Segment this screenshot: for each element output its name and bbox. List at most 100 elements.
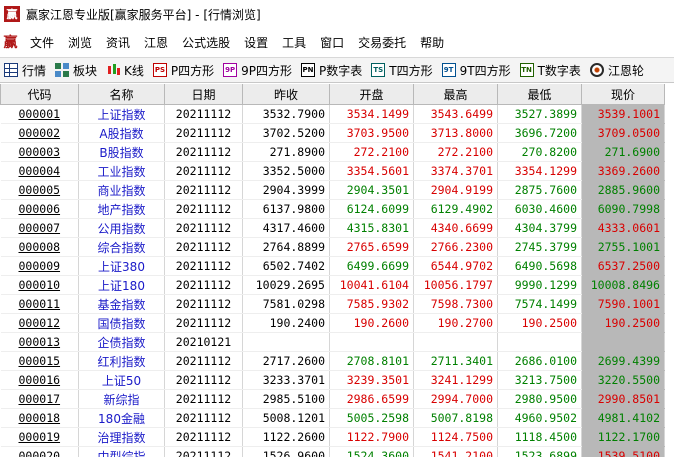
table-row[interactable]: 000004 工业指数 20211112 3352.5000 3354.5601 3374…: [0, 161, 665, 181]
cell-code[interactable]: 000004: [0, 161, 79, 181]
cell-date: 20211112: [164, 104, 243, 124]
toolbar-9t-square-button[interactable]: 9T 9T四方形: [441, 62, 511, 79]
cell-code[interactable]: 000020: [0, 446, 79, 457]
toolbar-p-number-table-button[interactable]: PN P数字表: [301, 62, 362, 79]
menu-window[interactable]: 窗口: [313, 34, 351, 51]
table-row[interactable]: 000003 B股指数 20211112 271.8900 272.2100 272.21…: [0, 142, 665, 162]
quote-table: 代码 名称 日期 昨收 开盘 最高 最低 现价 000001 上证指数 202111…: [0, 84, 665, 457]
menu-settings[interactable]: 设置: [237, 34, 275, 51]
menu-file[interactable]: 文件: [23, 34, 61, 51]
cell-prev-close: [242, 332, 330, 352]
cell-code[interactable]: 000019: [0, 427, 79, 447]
toolbar-sectors-button[interactable]: 板块: [55, 62, 97, 79]
menu-bar: 赢 文件 浏览 资讯 江恩 公式选股 设置 工具 窗口 交易委托 帮助: [0, 29, 674, 55]
toolbar-t-square-label: T四方形: [389, 63, 433, 78]
toolbar-p-square-button[interactable]: PS P四方形: [152, 62, 214, 79]
table-row[interactable]: 000008 综合指数 20211112 2764.8899 2765.6599 2766…: [0, 237, 665, 257]
column-header-name[interactable]: 名称: [78, 84, 165, 105]
toolbar-gann-wheel-button[interactable]: 江恩轮: [589, 62, 644, 79]
cell-code[interactable]: 000016: [0, 370, 79, 390]
cell-code[interactable]: 000007: [0, 218, 79, 238]
table-row[interactable]: 000011 基金指数 20211112 7581.0298 7585.9302 7598…: [0, 294, 665, 314]
cell-open: 4315.8301: [329, 218, 414, 238]
table-row[interactable]: 000017 新综指 20211112 2985.5100 2986.6599 2994.…: [0, 389, 665, 409]
cell-last: 3220.5500: [581, 370, 665, 390]
cell-code[interactable]: 000006: [0, 199, 79, 219]
cell-code[interactable]: 000011: [0, 294, 79, 314]
cell-code[interactable]: 000017: [0, 389, 79, 409]
cell-prev-close: 4317.4600: [242, 218, 330, 238]
cell-code[interactable]: 000018: [0, 408, 79, 428]
table-row[interactable]: 000001 上证指数 20211112 3532.7900 3534.1499 3543…: [0, 104, 665, 124]
cell-high: 6544.9702: [413, 256, 498, 276]
cell-last: 7590.1001: [581, 294, 665, 314]
column-header-prev-close[interactable]: 昨收: [242, 84, 330, 105]
column-header-code[interactable]: 代码: [0, 84, 79, 105]
toolbar-quotes-button[interactable]: 行情: [4, 62, 46, 79]
toolbar-kline-button[interactable]: K线: [106, 62, 144, 79]
column-header-open[interactable]: 开盘: [329, 84, 414, 105]
table-row[interactable]: 000006 地产指数 20211112 6137.9800 6124.6099 6129…: [0, 199, 665, 219]
table-row[interactable]: 000005 商业指数 20211112 2904.3999 2904.3501 2904…: [0, 180, 665, 200]
cell-high: [413, 332, 498, 352]
menu-formula-screener[interactable]: 公式选股: [175, 34, 237, 51]
menu-gann[interactable]: 江恩: [137, 34, 175, 51]
toolbar-9p-square-button[interactable]: 9P 9P四方形: [223, 62, 292, 79]
toolbar-t-number-table-button[interactable]: TN T数字表: [519, 62, 581, 79]
cell-code[interactable]: 000012: [0, 313, 79, 333]
cell-code[interactable]: 000005: [0, 180, 79, 200]
cell-open: 2904.3501: [329, 180, 414, 200]
toolbar-gann-wheel-label: 江恩轮: [607, 63, 644, 78]
cell-open: 3703.9500: [329, 123, 414, 143]
menu-tools[interactable]: 工具: [275, 34, 313, 51]
cell-code[interactable]: 000003: [0, 142, 79, 162]
cell-last: 1122.1700: [581, 427, 665, 447]
cell-name: 地产指数: [78, 199, 165, 219]
table-row[interactable]: 000002 A股指数 20211112 3702.5200 3703.9500 3713…: [0, 123, 665, 143]
cell-prev-close: 3702.5200: [242, 123, 330, 143]
cell-code[interactable]: 000009: [0, 256, 79, 276]
table-row[interactable]: 000015 红利指数 20211112 2717.2600 2708.8101 2711…: [0, 351, 665, 371]
cell-name: 180金融: [78, 408, 165, 428]
window-title: 赢家江恩专业版[赢家服务平台] - [行情浏览]: [26, 7, 261, 22]
cell-high: 1541.2100: [413, 446, 498, 457]
cell-code[interactable]: 000015: [0, 351, 79, 371]
column-header-low[interactable]: 最低: [497, 84, 582, 105]
column-header-last[interactable]: 现价: [581, 84, 665, 105]
cell-code[interactable]: 000008: [0, 237, 79, 257]
cell-low: 3696.7200: [497, 123, 582, 143]
cell-name: 基金指数: [78, 294, 165, 314]
table-row[interactable]: 000016 上证50 20211112 3233.3701 3239.3501 3241…: [0, 370, 665, 390]
table-row[interactable]: 000007 公用指数 20211112 4317.4600 4315.8301 4340…: [0, 218, 665, 238]
column-header-date[interactable]: 日期: [164, 84, 243, 105]
cell-high: 5007.8198: [413, 408, 498, 428]
table-row[interactable]: 000020 中型综指 20211112 1526.9600 1524.3600 1541…: [0, 446, 665, 457]
table-row[interactable]: 000012 国债指数 20211112 190.2400 190.2600 190.27…: [0, 313, 665, 333]
cell-prev-close: 5008.1201: [242, 408, 330, 428]
cell-code[interactable]: 000013: [0, 332, 79, 352]
cell-last: 2699.4399: [581, 351, 665, 371]
table-row[interactable]: 000019 治理指数 20211112 1122.2600 1122.7900 1124…: [0, 427, 665, 447]
toolbar-t-square-button[interactable]: TS T四方形: [371, 62, 433, 79]
cell-code[interactable]: 000001: [0, 104, 79, 124]
cell-date: 20211112: [164, 370, 243, 390]
menu-logo-icon[interactable]: 赢: [2, 34, 19, 51]
cell-code[interactable]: 000010: [0, 275, 79, 295]
menu-trade[interactable]: 交易委托: [351, 34, 413, 51]
column-header-high[interactable]: 最高: [413, 84, 498, 105]
menu-news[interactable]: 资讯: [99, 34, 137, 51]
cell-date: 20211112: [164, 313, 243, 333]
tn-icon: TN: [519, 63, 534, 77]
table-row[interactable]: 000009 上证380 20211112 6502.7402 6499.6699 654…: [0, 256, 665, 276]
table-row[interactable]: 000013 企债指数 20210121: [0, 332, 665, 352]
cell-date: 20211112: [164, 446, 243, 457]
ts-icon: TS: [371, 63, 386, 77]
table-row[interactable]: 000010 上证180 20211112 10029.2695 10041.6104 1…: [0, 275, 665, 295]
table-row[interactable]: 000018 180金融 20211112 5008.1201 5005.2598 500…: [0, 408, 665, 428]
cell-last: [581, 332, 665, 352]
gann-wheel-icon: [589, 63, 604, 77]
menu-help[interactable]: 帮助: [413, 34, 451, 51]
cell-prev-close: 7581.0298: [242, 294, 330, 314]
menu-browse[interactable]: 浏览: [61, 34, 99, 51]
cell-code[interactable]: 000002: [0, 123, 79, 143]
